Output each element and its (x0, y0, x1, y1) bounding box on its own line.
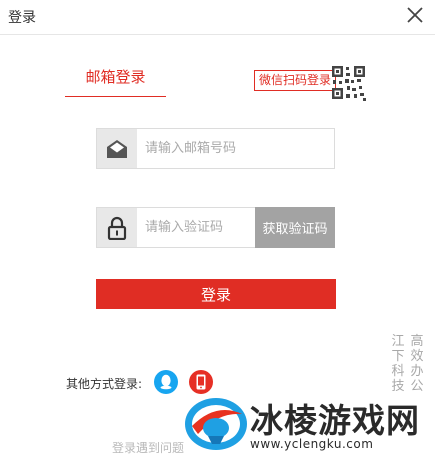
close-icon[interactable] (405, 5, 425, 25)
other-login-methods-label: 其他方式登录: (66, 377, 143, 391)
qq-login-button[interactable] (154, 370, 178, 394)
email-field (96, 128, 335, 169)
tab-email-login[interactable]: 邮箱登录 (65, 64, 166, 97)
wechat-scan-login-link[interactable]: 微信扫码登录 (254, 70, 337, 91)
watermark-logo-icon (185, 398, 247, 450)
phone-login-button[interactable] (189, 370, 213, 394)
login-button[interactable]: 登录 (96, 279, 336, 309)
lock-icon (97, 208, 137, 247)
dialog-title: 登录 (8, 10, 36, 26)
qr-code-icon[interactable] (330, 64, 368, 102)
watermark-brand: 冰棱游戏网 (250, 401, 420, 440)
phone-icon (196, 374, 206, 390)
verification-code-input[interactable] (138, 208, 255, 247)
login-problem-link[interactable]: 登录遇到问题 (112, 439, 184, 456)
qq-icon (160, 374, 172, 390)
dialog-header: 登录 (0, 0, 435, 35)
get-code-button[interactable]: 获取验证码 (255, 207, 335, 248)
watermark-text-right: 高效办公 (410, 334, 424, 394)
envelope-icon (97, 129, 137, 168)
watermark-url: www.yclengku.com (250, 437, 374, 451)
watermark-text-left: 江下科技 (391, 334, 405, 394)
email-input[interactable] (138, 129, 335, 168)
verification-code-field: 获取验证码 (96, 207, 335, 248)
